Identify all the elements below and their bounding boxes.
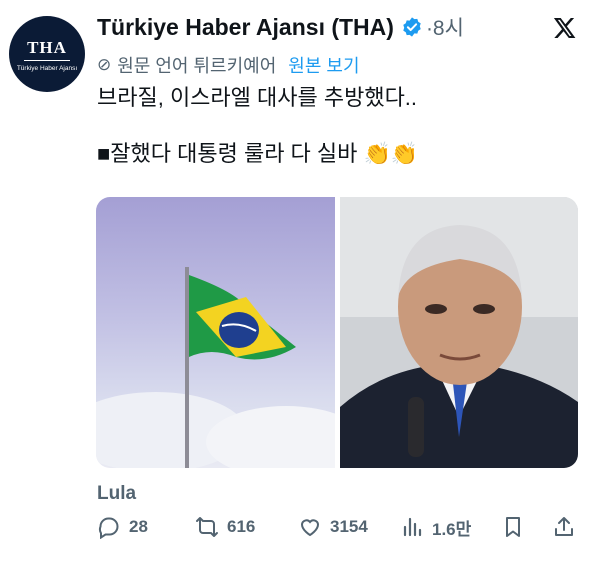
avatar-divider xyxy=(24,60,70,61)
avatar-logo-text: THA xyxy=(27,38,67,57)
bookmark-icon xyxy=(506,517,520,537)
translation-note: ⊘ 원문 언어 튀르키예어 원본 보기 xyxy=(97,52,360,78)
media-caption: Lula xyxy=(97,483,137,504)
post-time[interactable]: ·8시 xyxy=(426,12,464,42)
repost-icon xyxy=(196,517,218,537)
share-button[interactable] xyxy=(552,510,584,544)
repost-button[interactable]: 616 xyxy=(195,510,255,544)
tweet-line-1: 브라질, 이스라엘 대사를 추방했다.. xyxy=(97,85,418,110)
portrait-photo[interactable] xyxy=(340,197,578,468)
heart-icon xyxy=(300,519,320,537)
view-count: 1.6만 xyxy=(432,519,472,539)
views-chart-icon xyxy=(403,517,422,537)
author-name[interactable]: Türkiye Haber Ajansı (THA) xyxy=(97,14,394,41)
reply-button[interactable]: 28 xyxy=(97,510,148,544)
like-button[interactable]: 3154 xyxy=(298,510,368,544)
x-logo-icon[interactable] xyxy=(553,16,577,40)
media-grid xyxy=(96,197,578,468)
translation-source-label: 원문 언어 튀르키예어 xyxy=(117,56,277,76)
avatar-subtitle: Türkiye Haber Ajansı xyxy=(16,65,78,72)
repost-count: 616 xyxy=(227,517,256,536)
reply-icon xyxy=(98,517,119,539)
tweet-body: 브라질, 이스라엘 대사를 추방했다.. ■잘했다 대통령 룰라 다 실바 👏👏 xyxy=(97,84,418,168)
tweet-line-2: ■잘했다 대통령 룰라 다 실바 👏👏 xyxy=(97,141,419,166)
show-original-link[interactable]: 원본 보기 xyxy=(288,52,359,78)
translate-globe-icon: ⊘ xyxy=(97,55,112,74)
avatar[interactable]: THA Türkiye Haber Ajansı xyxy=(9,16,85,92)
like-count: 3154 xyxy=(330,517,368,536)
action-bar: 28 616 3154 1.6만 xyxy=(97,510,577,544)
brazil-flag-image[interactable] xyxy=(96,197,335,468)
verified-badge-icon xyxy=(403,17,421,37)
views-button[interactable]: 1.6만 xyxy=(400,510,471,544)
bookmark-button[interactable] xyxy=(501,510,533,544)
tweet-header: Türkiye Haber Ajansı (THA) ·8시 xyxy=(97,10,464,44)
share-icon xyxy=(555,517,573,536)
reply-count: 28 xyxy=(129,517,148,536)
